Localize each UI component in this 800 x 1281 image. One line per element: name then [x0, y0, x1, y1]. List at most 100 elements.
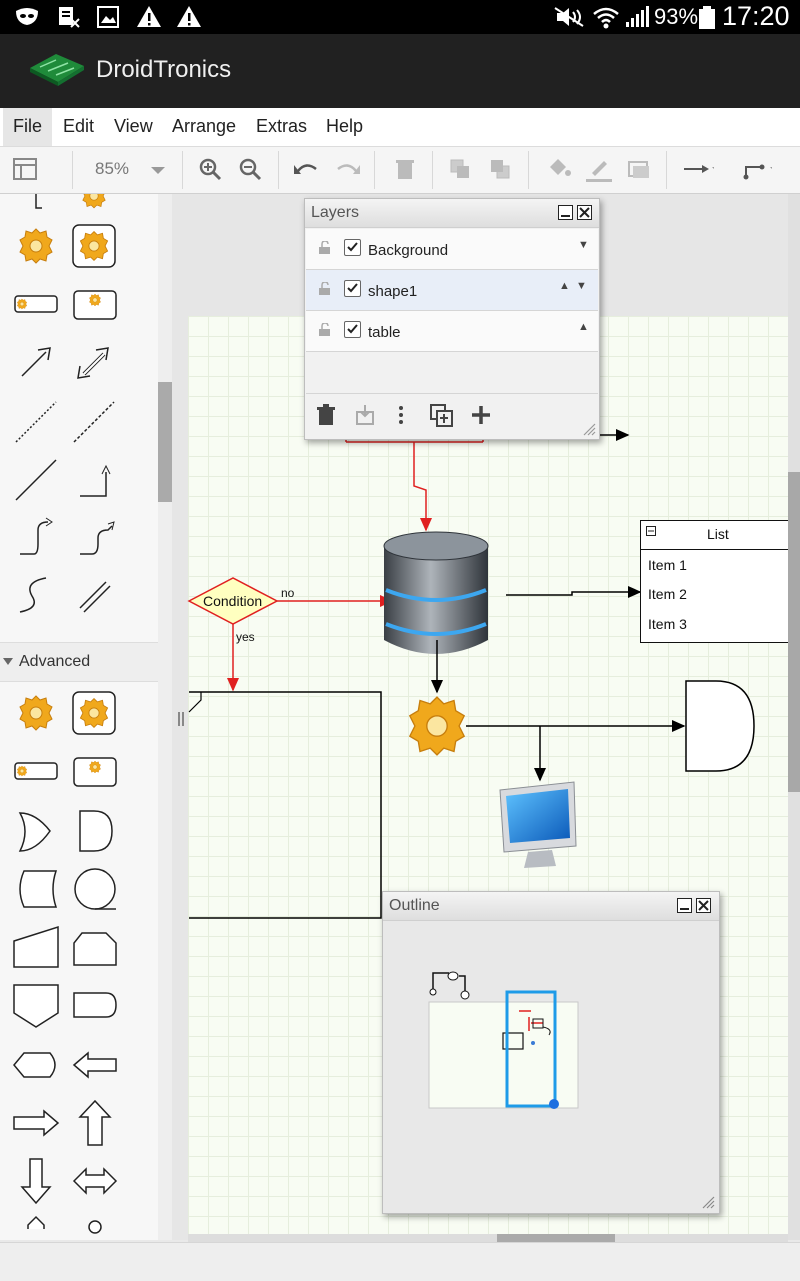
canvas-vertical-scroll-thumb[interactable]: [788, 472, 800, 792]
move-selection-icon[interactable]: [354, 404, 376, 426]
menu-edit[interactable]: Edit: [53, 108, 104, 146]
sidebar-scrollbar[interactable]: [158, 194, 172, 1240]
double-horizontal-arrow-shape-icon[interactable]: [72, 1167, 118, 1195]
menu-view[interactable]: View: [104, 108, 163, 146]
or-gate-shape-icon[interactable]: [18, 812, 51, 852]
loop-limit-shape-icon[interactable]: [73, 932, 117, 966]
label-shape-icon[interactable]: [14, 295, 58, 313]
resize-grip-icon[interactable]: [701, 1195, 715, 1209]
move-down-icon[interactable]: ▼: [578, 239, 589, 251]
sidebar-scroll-thumb[interactable]: [158, 382, 172, 502]
canvas-horizontal-scroll-thumb[interactable]: [497, 1234, 615, 1242]
redo-icon[interactable]: [332, 155, 364, 185]
gear-shape-boxed-icon[interactable]: [72, 691, 116, 735]
rounded-connector-icon[interactable]: [80, 521, 115, 555]
to-front-icon[interactable]: [446, 155, 478, 185]
layers-panel-titlebar[interactable]: Layers: [305, 199, 599, 228]
layer-row-shape1[interactable]: shape1 ▲ ▼: [306, 270, 598, 311]
collapse-icon[interactable]: [646, 526, 656, 536]
advanced-section-header[interactable]: Advanced: [0, 642, 158, 682]
elbow-connector-icon[interactable]: [80, 464, 111, 497]
mute-icon: [554, 7, 584, 27]
add-layer-icon[interactable]: [470, 404, 492, 426]
double-arrow-shape-icon[interactable]: [77, 347, 109, 379]
list-header: List: [641, 521, 789, 550]
partial-arrow-shape-icon[interactable]: [27, 1215, 45, 1229]
layer-visible-checkbox[interactable]: [344, 239, 361, 256]
more-options-icon[interactable]: [394, 404, 408, 426]
menu-help[interactable]: Help: [316, 108, 373, 146]
and-gate-shape-icon[interactable]: [79, 810, 113, 852]
undo-icon[interactable]: [292, 155, 324, 185]
dashed-line-shape-icon[interactable]: [73, 401, 115, 443]
layer-row-table[interactable]: table ▲: [306, 311, 598, 352]
line-color-icon[interactable]: [584, 155, 616, 185]
canvas-horizontal-scrollbar[interactable]: [188, 1234, 788, 1242]
left-arrow-shape-icon[interactable]: [72, 1051, 117, 1079]
bottom-bar: [0, 1242, 800, 1281]
menu-extras[interactable]: Extras: [246, 108, 317, 146]
resize-grip-icon[interactable]: [582, 422, 596, 436]
unlock-icon[interactable]: [318, 323, 332, 337]
up-arrow-shape-icon[interactable]: [78, 1099, 112, 1146]
warning-icon: [137, 6, 161, 27]
arrow-shape-icon[interactable]: [21, 347, 51, 377]
delete-layer-icon[interactable]: [316, 404, 336, 426]
move-up-icon[interactable]: ▲: [559, 280, 570, 292]
list-shape[interactable]: List Item 1 Item 2 Item 3: [640, 520, 790, 643]
unlock-icon[interactable]: [318, 241, 332, 255]
menu-arrange[interactable]: Arrange: [162, 108, 246, 146]
zoom-level[interactable]: 85%: [95, 159, 129, 179]
list-item[interactable]: Item 1: [648, 557, 687, 573]
move-down-icon[interactable]: ▼: [576, 280, 587, 292]
format-panel-icon[interactable]: [12, 155, 44, 185]
off-page-shape-icon[interactable]: [13, 984, 59, 1028]
layer-visible-checkbox[interactable]: [344, 280, 361, 297]
partial-actor-shape-icon[interactable]: [88, 1220, 102, 1234]
minimize-button[interactable]: [558, 205, 573, 220]
curve-shape-icon[interactable]: [19, 577, 47, 613]
label-boxed-shape-icon[interactable]: [73, 757, 117, 787]
zoom-out-icon[interactable]: [236, 155, 268, 185]
manual-input-shape-icon[interactable]: [13, 925, 59, 968]
delay-shape-icon[interactable]: [73, 992, 117, 1018]
connection-style-icon[interactable]: [682, 155, 714, 185]
close-button[interactable]: [577, 205, 592, 220]
shadow-icon[interactable]: [624, 155, 656, 185]
unlock-icon[interactable]: [318, 282, 332, 296]
list-title: List: [707, 526, 729, 542]
splitter-grip-icon[interactable]: [178, 712, 184, 726]
move-up-icon[interactable]: ▲: [578, 321, 589, 333]
to-back-icon[interactable]: [486, 155, 518, 185]
line-shape-icon[interactable]: [15, 459, 57, 501]
outline-view[interactable]: [383, 921, 719, 1213]
list-item[interactable]: Item 2: [648, 586, 687, 602]
no-label: no: [281, 586, 295, 600]
list-item[interactable]: Item 3: [648, 616, 687, 632]
layer-row-background[interactable]: Background ▼: [306, 229, 598, 270]
down-arrow-shape-icon[interactable]: [20, 1158, 52, 1205]
layer-visible-checkbox[interactable]: [344, 321, 361, 338]
menu-file[interactable]: File: [3, 108, 53, 146]
display-shape-icon[interactable]: [13, 1052, 56, 1078]
tape-circle-shape-icon[interactable]: [74, 868, 116, 910]
link-shape-icon[interactable]: [79, 581, 111, 613]
minimize-button[interactable]: [677, 898, 692, 913]
fill-color-icon[interactable]: [544, 155, 576, 185]
gear-shape-icon[interactable]: [19, 695, 53, 731]
duplicate-layer-icon[interactable]: [430, 404, 454, 428]
close-button[interactable]: [696, 898, 711, 913]
curved-connector-icon[interactable]: [20, 517, 53, 555]
label-boxed-shape-icon[interactable]: [73, 290, 117, 320]
delete-icon[interactable]: [390, 155, 422, 185]
right-arrow-shape-icon[interactable]: [13, 1109, 60, 1137]
stored-data-shape-icon[interactable]: [19, 870, 58, 908]
dotted-line-shape-icon[interactable]: [15, 401, 57, 443]
chevron-down-icon[interactable]: [148, 155, 180, 185]
zoom-in-icon[interactable]: [196, 155, 228, 185]
gear-shape-boxed-icon[interactable]: [72, 224, 116, 268]
gear-shape-icon[interactable]: [19, 228, 53, 264]
outline-panel-titlebar[interactable]: Outline: [383, 892, 719, 921]
label-shape-icon[interactable]: [14, 762, 58, 780]
waypoint-style-icon[interactable]: [740, 155, 772, 185]
